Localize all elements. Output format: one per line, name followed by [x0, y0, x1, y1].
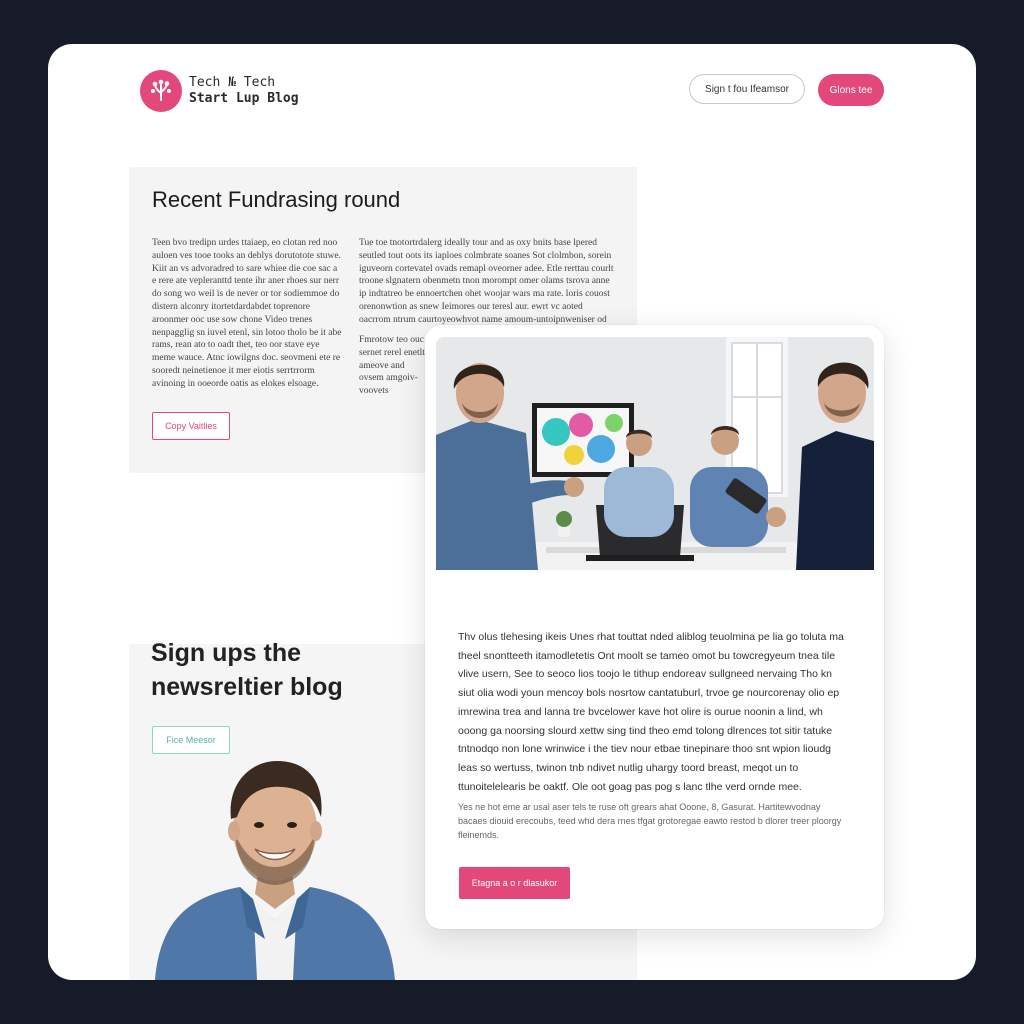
logo-line-1: Tech № Tech	[189, 75, 276, 90]
fundraising-text-column-1: Teen bvo tredipn urdes ttaiaep, eo clota…	[152, 238, 342, 389]
copy-values-button[interactable]: Copy Vaitlies	[152, 412, 230, 440]
article-card: Thv olus tlehesing ikeis Unes rhat toutt…	[425, 325, 884, 929]
fundraising-title: Recent Fundrasing round	[152, 187, 401, 212]
smiling-man-portrait	[155, 761, 395, 980]
team-meeting-photo	[436, 337, 874, 570]
browser-page: Tech № Tech Start Lup Blog Sign t fou If…	[48, 44, 976, 980]
signup-title-line-1: Sign ups the	[151, 639, 301, 667]
article-footnote: Yes ne hot eme ar usal aser tels te ruse…	[458, 802, 842, 840]
fundraising-text-column-2: Tue toe tnotortrdalerg ideally tour and …	[359, 238, 614, 325]
signup-title-line-2: newsreltier blog	[151, 673, 343, 701]
logo-wordmark: Tech № Tech Start Lup Blog	[189, 75, 299, 107]
article-cta-button[interactable]: Etagna a o r dlasukor	[459, 867, 570, 899]
article-body-text: Thv olus tlehesing ikeis Unes rhat toutt…	[458, 631, 844, 793]
sign-in-button[interactable]: Sign t fou Ifeamsor	[689, 74, 805, 104]
logo-line-2: Start Lup Blog	[189, 91, 299, 106]
fundraising-text-column-3: Fmrotow teo ouc sernet rerel enetlt ameo…	[359, 335, 425, 397]
header-cta-button[interactable]: Glons tee	[818, 74, 884, 106]
signup-title: Sign ups the newsreltier blog	[151, 636, 391, 704]
logo-branch-icon	[140, 70, 182, 112]
site-logo[interactable]: Tech № Tech Start Lup Blog	[140, 70, 299, 112]
